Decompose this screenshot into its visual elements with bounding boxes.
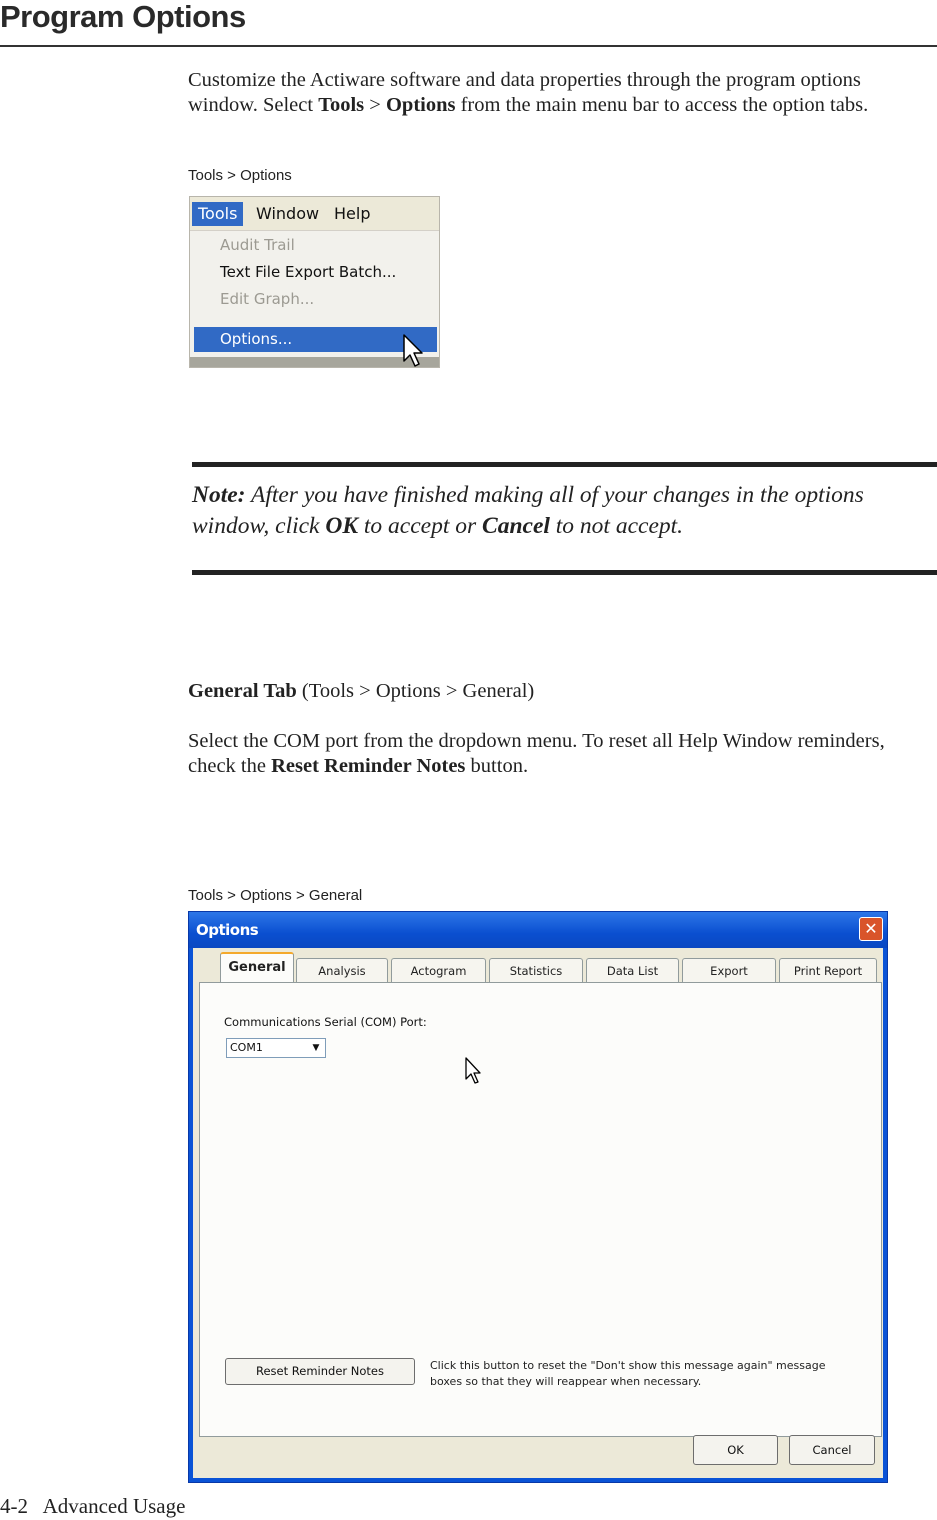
- dialog-body: General Analysis Actogram Statistics Dat…: [193, 948, 883, 1478]
- note-top-rule: [192, 462, 937, 467]
- tab-export[interactable]: Export: [682, 958, 776, 982]
- cancel-button[interactable]: Cancel: [789, 1435, 875, 1465]
- menu-help[interactable]: Help: [328, 202, 376, 226]
- close-icon[interactable]: ✕: [859, 917, 883, 941]
- ok-button[interactable]: OK: [693, 1435, 778, 1465]
- com-port-value: COM1: [230, 1041, 263, 1054]
- reset-reminder-notes-button[interactable]: Reset Reminder Notes: [225, 1358, 415, 1385]
- menu-caption: Tools > Options: [188, 167, 292, 184]
- options-dialog: Options ✕ General Analysis Actogram Stat…: [188, 911, 888, 1483]
- intro-options: Options: [385, 94, 456, 116]
- chevron-down-icon[interactable]: ▼: [308, 1040, 324, 1056]
- menu-tools[interactable]: Tools: [192, 202, 244, 226]
- menu-item-options[interactable]: Options...: [220, 327, 292, 351]
- intro-paragraph: Customize the Actiware software and data…: [188, 68, 928, 118]
- general-tab-path: (Tools > Options > General): [296, 680, 535, 702]
- general-tab-heading: General Tab (Tools > Options > General): [188, 679, 928, 704]
- dialog-titlebar: Options ✕: [189, 912, 887, 948]
- tab-actogram[interactable]: Actogram: [391, 958, 486, 982]
- menu-item-text-file-export[interactable]: Text File Export Batch...: [220, 260, 396, 284]
- page-footer: 4-2 Advanced Usage: [0, 1494, 186, 1518]
- menu-shadow: [190, 357, 439, 367]
- tab-general[interactable]: General: [220, 952, 294, 982]
- intro-tools: Tools: [318, 94, 365, 116]
- tab-statistics[interactable]: Statistics: [489, 958, 583, 982]
- com-port-label: Communications Serial (COM) Port:: [224, 1015, 427, 1029]
- note-bottom-rule: [192, 570, 937, 575]
- note-text-3: to not accept.: [549, 513, 684, 539]
- menu-bar: Tools Window Help: [190, 197, 439, 231]
- page-title: Program Options: [0, 0, 246, 34]
- tab-print-report[interactable]: Print Report: [779, 958, 877, 982]
- mouse-cursor-icon: [465, 1057, 481, 1084]
- note-text-2: to accept or: [358, 513, 483, 539]
- reset-description: Click this button to reset the "Don't sh…: [430, 1359, 826, 1388]
- note-label: Note:: [192, 482, 246, 508]
- intro-separator: >: [364, 94, 386, 116]
- note-ok: OK: [325, 513, 359, 539]
- menu-item-audit-trail[interactable]: Audit Trail: [220, 233, 295, 257]
- intro-text-2: from the main menu bar to access the opt…: [455, 94, 869, 116]
- general-desc-2: button.: [465, 755, 529, 777]
- dialog-caption: Tools > Options > General: [188, 887, 363, 904]
- tab-data-list[interactable]: Data List: [586, 958, 679, 982]
- note-cancel: Cancel: [482, 513, 550, 539]
- tab-analysis[interactable]: Analysis: [296, 958, 388, 982]
- com-port-dropdown[interactable]: COM1 ▼: [226, 1038, 326, 1058]
- tools-menu-screenshot: Tools Window Help Audit Trail Text File …: [189, 196, 440, 368]
- mouse-cursor-icon: [403, 334, 423, 367]
- menu-item-edit-graph[interactable]: Edit Graph...: [220, 287, 314, 311]
- general-tab-title: General Tab: [188, 680, 297, 702]
- note-block: Note: After you have finished making all…: [192, 480, 922, 542]
- title-rule: [0, 45, 937, 47]
- general-tab-description: Select the COM port from the dropdown me…: [188, 729, 928, 779]
- menu-window[interactable]: Window: [250, 202, 325, 226]
- general-desc-bold: Reset Reminder Notes: [271, 755, 466, 777]
- dialog-title: Options: [196, 921, 259, 939]
